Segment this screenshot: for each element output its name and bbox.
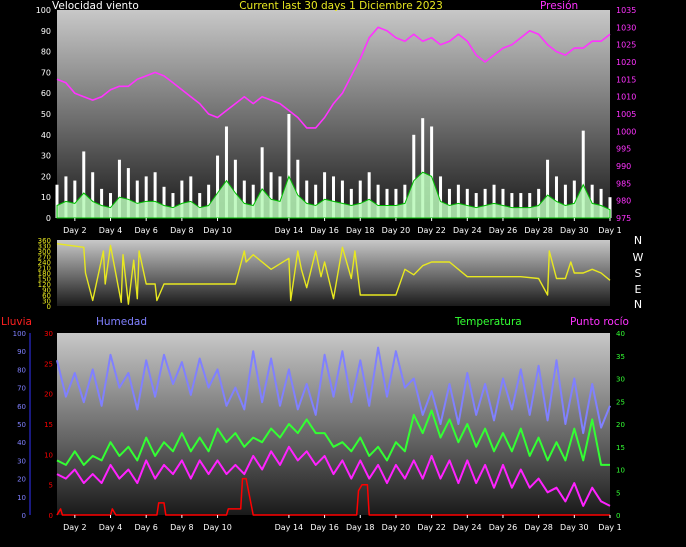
rain-axis-tick-label: 25 (44, 360, 53, 368)
x-axis-day-bottom-label: Day 30 (560, 523, 589, 532)
wind-axis-tick-label: 80 (41, 48, 51, 57)
humidity-axis-tick-label: 30 (17, 457, 26, 465)
weather-dashboard: Velocidad viento Current last 30 days 1 … (0, 0, 686, 543)
pressure-label: Presión (540, 0, 578, 12)
direction-axis-tick-label: 360 (38, 237, 51, 245)
wind-axis-tick-label: 30 (41, 152, 51, 161)
temperature-axis-tick-label: 5 (616, 489, 620, 497)
rain-axis-tick-label: 0 (49, 512, 53, 520)
x-axis-day-label: Day 26 (489, 226, 518, 235)
compass-n-top: N (634, 234, 642, 247)
pressure-axis-tick-label: 1025 (616, 41, 636, 50)
humidity-label: Humedad (96, 316, 147, 328)
x-axis-day-label: Day 18 (346, 226, 375, 235)
wind-axis-tick-label: 0 (46, 214, 51, 223)
x-axis-day-label: Day 22 (417, 226, 446, 235)
x-axis-day-label: Day 2 (63, 226, 86, 235)
x-axis-day-bottom-label: Day 24 (453, 523, 482, 532)
x-axis-day-bottom-label: Day 20 (382, 523, 411, 532)
wind-axis-tick-label: 60 (41, 89, 51, 98)
pressure-axis-tick-label: 990 (616, 162, 631, 171)
x-axis-day-label: Day 4 (99, 226, 122, 235)
compass-e: E (635, 283, 642, 296)
x-axis-day-label: Day 1 (598, 226, 621, 235)
wind-axis-tick-label: 20 (41, 172, 51, 181)
compass-s: S (635, 267, 642, 280)
wind-axis-tick-label: 90 (41, 27, 51, 36)
x-axis-day-bottom-label: Day 18 (346, 523, 375, 532)
wind-axis-tick-label: 100 (36, 6, 51, 15)
x-axis-day-bottom-label: Day 28 (524, 523, 553, 532)
pressure-axis-tick-label: 1015 (616, 75, 636, 84)
pressure-axis-tick-label: 975 (616, 214, 631, 223)
pressure-axis-tick-label: 1010 (616, 93, 636, 102)
temperature-axis-tick-label: 0 (616, 512, 620, 520)
temperature-axis-tick-label: 10 (616, 467, 625, 475)
x-axis-day-label: Day 8 (170, 226, 193, 235)
temperature-axis-tick-label: 30 (616, 376, 625, 384)
pressure-axis-tick-label: 985 (616, 179, 631, 188)
humidity-axis-tick-label: 70 (17, 385, 26, 393)
temperature-axis-tick-label: 35 (616, 353, 625, 361)
compass-n-bottom: N (634, 298, 642, 311)
rain-axis-tick-label: 5 (49, 482, 53, 490)
x-axis-day-bottom-label: Day 8 (170, 523, 193, 532)
pressure-axis-tick-label: 1000 (616, 127, 636, 136)
chart-title: Current last 30 days 1 Diciembre 2023 (239, 0, 443, 12)
humidity-axis-tick-label: 90 (17, 348, 26, 356)
humidity-axis-tick-label: 20 (17, 476, 26, 484)
rain-axis-tick-label: 30 (44, 330, 53, 338)
rain-axis-tick-label: 15 (44, 421, 53, 429)
weather-charts: Velocidad viento Current last 30 days 1 … (1, 0, 644, 532)
humidity-axis-tick-label: 100 (13, 330, 26, 338)
humidity-temp-plot-area (57, 333, 610, 515)
x-axis-day-bottom-label: Day 10 (203, 523, 232, 532)
wind-axis-tick-label: 10 (41, 193, 51, 202)
pressure-axis-tick-label: 1035 (616, 6, 636, 15)
pressure-axis-tick-label: 1005 (616, 110, 636, 119)
dewpoint-label: Punto rocío (570, 316, 629, 328)
x-axis-day-bottom-label: Day 6 (134, 523, 157, 532)
x-axis-day-bottom-label: Day 26 (489, 523, 518, 532)
temperature-label: Temperatura (454, 316, 522, 328)
x-axis-day-label: Day 30 (560, 226, 589, 235)
humidity-axis-tick-label: 0 (22, 512, 26, 520)
x-axis-day-label: Day 20 (382, 226, 411, 235)
wind-axis-tick-label: 40 (41, 131, 51, 140)
x-axis-day-label: Day 10 (203, 226, 232, 235)
rain-label: Lluvia (1, 316, 32, 328)
pressure-axis-tick-label: 995 (616, 145, 631, 154)
x-axis-day-bottom-label: Day 1 (598, 523, 621, 532)
x-axis-day-label: Day 14 (275, 226, 304, 235)
humidity-axis-tick-label: 60 (17, 403, 26, 411)
rain-axis-tick-label: 20 (44, 391, 53, 399)
humidity-axis-tick-label: 10 (17, 494, 26, 502)
x-axis-day-bottom-label: Day 22 (417, 523, 446, 532)
humidity-axis-tick-label: 40 (17, 439, 26, 447)
temperature-axis-tick-label: 40 (616, 330, 625, 338)
x-axis-day-bottom-label: Day 2 (63, 523, 86, 532)
pressure-axis-tick-label: 1030 (616, 23, 636, 32)
temperature-axis-tick-label: 20 (616, 421, 625, 429)
x-axis-day-label: Day 6 (134, 226, 157, 235)
wind-speed-label: Velocidad viento (52, 0, 139, 12)
x-axis-day-label: Day 28 (524, 226, 553, 235)
humidity-axis-tick-label: 80 (17, 366, 26, 374)
pressure-axis-tick-label: 980 (616, 197, 631, 206)
pressure-axis-tick-label: 1020 (616, 58, 636, 67)
x-axis-day-bottom-label: Day 16 (310, 523, 339, 532)
humidity-axis-tick-label: 50 (17, 421, 26, 429)
x-axis-day-label: Day 16 (310, 226, 339, 235)
compass-w: W (633, 251, 644, 264)
temperature-axis-tick-label: 25 (616, 398, 625, 406)
x-axis-day-bottom-label: Day 4 (99, 523, 122, 532)
x-axis-day-label: Day 24 (453, 226, 482, 235)
x-axis-day-bottom-label: Day 14 (275, 523, 304, 532)
rain-axis-tick-label: 10 (44, 451, 53, 459)
temperature-axis-tick-label: 15 (616, 444, 625, 452)
wind-axis-tick-label: 70 (41, 68, 51, 77)
wind-axis-tick-label: 50 (41, 110, 51, 119)
